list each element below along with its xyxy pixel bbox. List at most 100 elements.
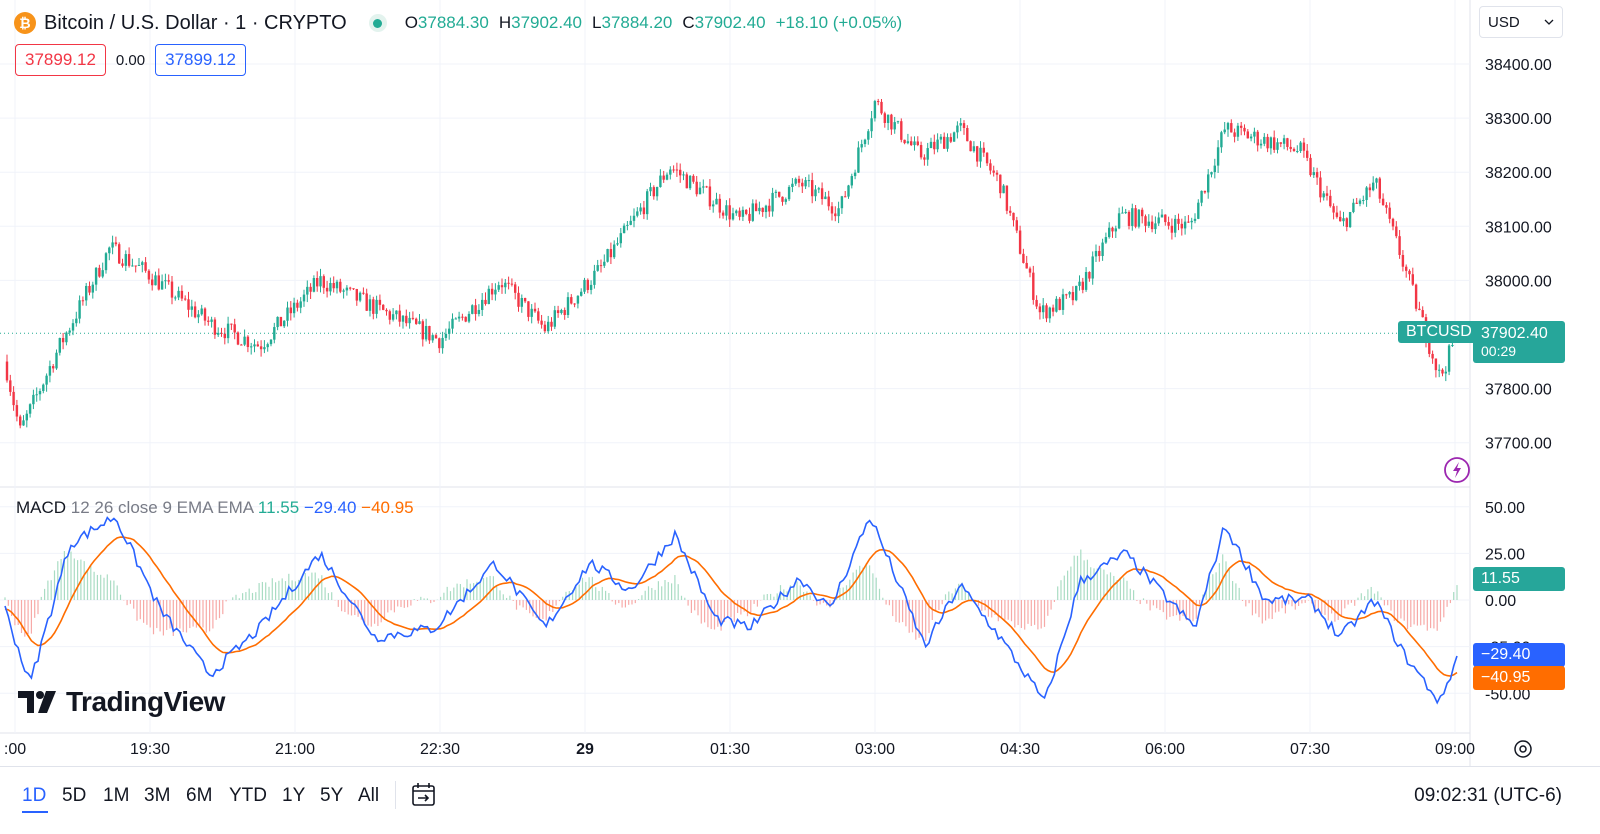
candle-body (1065, 294, 1068, 296)
candle-body (520, 298, 523, 307)
toolbar-divider (395, 781, 396, 809)
candle-body (844, 196, 847, 198)
candle-body (114, 242, 118, 245)
candle-body (1342, 218, 1345, 222)
clock[interactable]: 09:02:31 (UTC-6) (1414, 785, 1562, 807)
tradingview-logo[interactable]: TradingView (18, 686, 225, 718)
candle-body (708, 186, 712, 207)
candle-body (283, 320, 286, 327)
candle-body (636, 211, 639, 216)
candle-body (306, 286, 309, 295)
range-ytd[interactable]: YTD (229, 785, 267, 807)
candle-body (1249, 136, 1253, 139)
candle-body (936, 139, 939, 150)
candle-body (629, 220, 632, 225)
candle-body (1193, 218, 1197, 221)
candle-body (121, 263, 124, 266)
range-1y[interactable]: 1Y (282, 785, 305, 807)
candle-body (144, 262, 147, 271)
candle-body (1223, 129, 1226, 133)
market-status-icon[interactable] (368, 14, 387, 32)
buy-button[interactable]: 37899.12 (155, 44, 247, 76)
candle-body (424, 326, 428, 340)
candle-body (890, 114, 893, 130)
candle-body (484, 299, 487, 305)
chart-canvas[interactable]: 38400.00 38300.00 38200.00 38100.00 38000.00… (0, 0, 1600, 833)
candle-body (500, 285, 504, 288)
candle-body (731, 213, 735, 220)
lightning-icon[interactable] (1443, 456, 1471, 484)
candle-body (200, 308, 203, 315)
macd-name: MACD (16, 498, 67, 517)
candle-body (170, 281, 174, 298)
candle-body (81, 300, 85, 302)
candle-body (820, 188, 824, 200)
candle-body (580, 291, 583, 296)
candle-body (712, 204, 715, 207)
symbol-title[interactable]: Bitcoin / U.S. Dollar · 1 · CRYPTO (44, 12, 347, 35)
candle-body (98, 267, 101, 277)
candle-body (1434, 358, 1438, 371)
settings-gear-icon[interactable] (1512, 738, 1534, 760)
candle-body (1094, 250, 1098, 257)
candle-body (1131, 208, 1134, 226)
candle-body (662, 175, 665, 180)
candle-body (355, 289, 358, 301)
candle-body (1009, 210, 1012, 213)
range-all[interactable]: All (358, 785, 379, 807)
range-5d[interactable]: 5D (62, 785, 86, 807)
time-axis-tick: 21:00 (275, 741, 315, 758)
candle-body (794, 178, 797, 184)
range-3m[interactable]: 3M (144, 785, 170, 807)
candle-body (104, 253, 108, 271)
candle-body (1141, 209, 1144, 217)
candle-body (622, 225, 626, 234)
candle-body (299, 301, 302, 308)
candle-body (494, 289, 497, 295)
candle-body (187, 299, 190, 310)
macd-line-value: −29.40 (303, 498, 357, 517)
candle-body (982, 147, 985, 153)
range-1d[interactable]: 1D (22, 785, 46, 807)
candle-body (1322, 193, 1325, 198)
date-range-icon[interactable] (410, 781, 438, 809)
candle-body (768, 205, 771, 212)
candle-body (415, 318, 418, 324)
candle-body (266, 344, 269, 348)
candle-body (1147, 221, 1150, 226)
candle-body (1015, 220, 1018, 231)
candle-body (55, 352, 58, 369)
candle-body (1002, 185, 1005, 194)
candle-body (863, 139, 867, 145)
currency-select[interactable]: USD (1479, 6, 1563, 38)
candle-body (477, 309, 481, 315)
range-5y[interactable]: 5Y (320, 785, 343, 807)
candle-body (253, 344, 256, 347)
price-axis-tick: 38100.00 (1485, 219, 1552, 236)
candle-body (1411, 274, 1414, 285)
candle-body (332, 282, 335, 289)
candle-body (457, 316, 461, 319)
candle-body (464, 316, 467, 322)
range-1m[interactable]: 1M (103, 785, 129, 807)
candle-body (1018, 230, 1022, 254)
candle-body (514, 284, 517, 293)
candle-body (771, 192, 774, 212)
candle-body (345, 287, 349, 291)
candle-body (1088, 271, 1091, 279)
candle-body (655, 187, 659, 197)
candle-body (1174, 218, 1177, 233)
candle-body (603, 261, 606, 266)
high-label: H (498, 13, 512, 32)
candle-body (576, 295, 580, 304)
sell-button[interactable]: 37899.12 (15, 44, 106, 76)
candle-body (1246, 131, 1249, 139)
range-6m[interactable]: 6M (186, 785, 212, 807)
candle-body (233, 324, 236, 333)
macd-legend[interactable]: MACD 12 26 close 9 EMA EMA 11.55 −29.40 … (16, 498, 414, 518)
candle-body (1401, 254, 1405, 267)
candle-body (134, 265, 137, 267)
candle-body (197, 314, 200, 318)
price-axis-tick: 38400.00 (1485, 57, 1552, 74)
candle-body (1117, 213, 1121, 229)
